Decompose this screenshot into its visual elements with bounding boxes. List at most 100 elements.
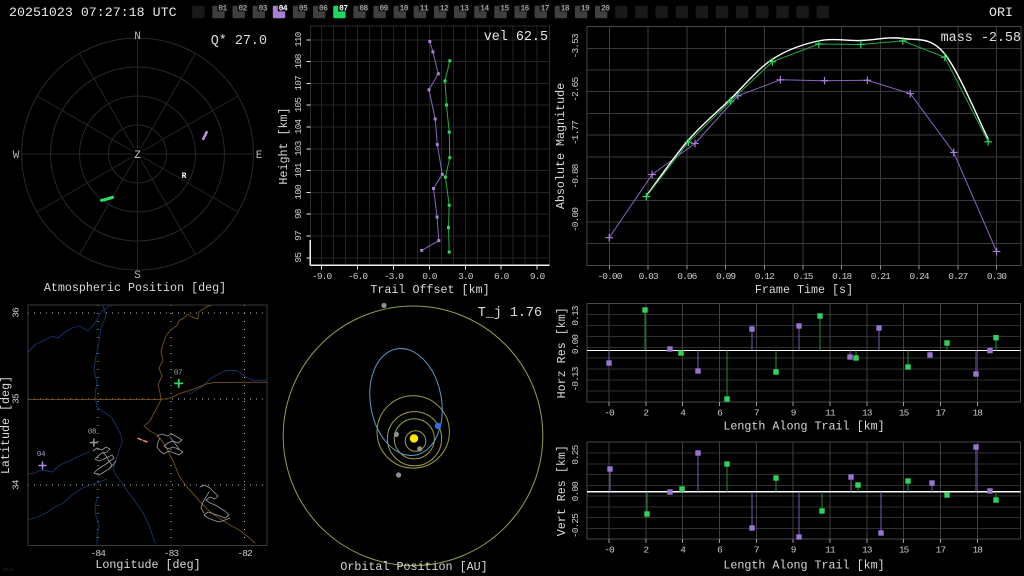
svg-text:13: 13 [460,5,469,13]
svg-text:11: 11 [420,5,429,13]
svg-text:20251023 07:27:18 UTC: 20251023 07:27:18 UTC [9,5,177,20]
svg-text:0.03: 0.03 [639,271,659,282]
svg-text:08: 08 [88,429,96,437]
svg-text:15: 15 [899,545,910,556]
svg-text:7: 7 [754,545,759,556]
svg-text:Atmospheric Position [deg]: Atmospheric Position [deg] [44,281,226,295]
svg-text:07: 07 [174,370,182,378]
svg-text:0.15: 0.15 [793,271,813,282]
svg-text:-0.00: -0.00 [570,207,581,232]
svg-text:104: 104 [293,119,304,135]
svg-text:34: 34 [11,479,22,490]
svg-text:10: 10 [400,5,409,13]
svg-text:Length Along Trail [km]: Length Along Trail [km] [723,559,884,573]
svg-text:R: R [182,172,187,181]
svg-text:18: 18 [561,5,570,13]
svg-text:15: 15 [500,5,509,13]
svg-text:W: W [13,150,20,162]
svg-text:04: 04 [279,5,288,13]
svg-text:Absolute Magnitude: Absolute Magnitude [554,83,568,209]
svg-text:18: 18 [972,545,983,556]
svg-text:-9.0: -9.0 [312,271,332,282]
svg-text:-0: -0 [604,407,615,418]
svg-text:Latitude [deg]: Latitude [deg] [0,376,13,474]
svg-text:N: N [134,31,141,43]
svg-text:18: 18 [972,407,983,418]
svg-text:Vert Res [km]: Vert Res [km] [555,445,569,536]
svg-text:-1.77: -1.77 [570,121,581,145]
svg-text:0.21: 0.21 [871,271,891,282]
svg-text:13: 13 [862,407,873,418]
svg-text:0.00: 0.00 [570,481,581,501]
svg-text:97: 97 [293,231,304,241]
svg-text:13: 13 [862,545,873,556]
svg-text:6.0: 6.0 [494,271,510,282]
svg-text:0.0: 0.0 [422,271,438,282]
svg-text:-2.65: -2.65 [570,77,581,102]
svg-text:11: 11 [825,545,836,556]
svg-text:-0.13: -0.13 [570,366,581,391]
svg-text:07: 07 [339,5,348,13]
svg-text:0.00: 0.00 [570,334,581,354]
svg-text:107: 107 [293,76,304,91]
svg-text:0.13: 0.13 [570,305,581,325]
svg-text:0.25: 0.25 [570,444,581,464]
svg-text:05: 05 [299,5,308,13]
svg-text:-6.0: -6.0 [348,271,368,282]
svg-text:-0: -0 [604,545,615,556]
svg-text:3.0: 3.0 [458,271,474,282]
svg-text:-0.88: -0.88 [570,163,581,188]
svg-text:T_j 1.76: T_j 1.76 [478,306,542,321]
svg-text:0.24: 0.24 [909,271,929,282]
svg-text:17: 17 [936,545,946,556]
svg-text:Length Along Trail [km]: Length Along Trail [km] [723,420,884,434]
svg-text:03: 03 [259,5,268,13]
svg-text:20: 20 [601,5,610,13]
svg-text:06: 06 [319,5,328,13]
svg-text:0.27: 0.27 [948,271,967,282]
svg-text:RGJW: RGJW [3,567,14,573]
svg-text:-0.00: -0.00 [597,271,622,282]
svg-text:Q* 27.0: Q* 27.0 [211,34,267,49]
svg-text:0.09: 0.09 [716,271,736,282]
svg-text:0.12: 0.12 [755,271,775,282]
svg-text:17: 17 [541,5,550,13]
svg-text:110: 110 [293,31,304,47]
svg-text:vel 62.5: vel 62.5 [484,30,548,45]
svg-text:02: 02 [238,5,247,13]
svg-text:14: 14 [480,5,489,13]
svg-text:mass -2.58: mass -2.58 [941,31,1021,46]
svg-text:98: 98 [293,208,304,219]
svg-text:04: 04 [37,451,46,459]
svg-text:E: E [256,150,263,162]
svg-text:Horz Res [km]: Horz Res [km] [555,307,569,398]
svg-text:-3.53: -3.53 [570,33,581,58]
svg-text:9.0: 9.0 [530,271,546,282]
svg-text:12: 12 [440,5,449,13]
svg-text:36: 36 [11,307,22,318]
svg-text:-0.25: -0.25 [570,513,581,538]
svg-text:0.30: 0.30 [987,271,1007,282]
svg-text:09: 09 [379,5,388,13]
svg-text:17: 17 [936,407,946,418]
svg-text:Trail Offset [km]: Trail Offset [km] [370,283,489,297]
svg-text:-3.0: -3.0 [384,271,404,282]
svg-text:0.06: 0.06 [677,271,697,282]
svg-text:Orbital Position [AU]: Orbital Position [AU] [340,560,487,574]
svg-text:Longitude [deg]: Longitude [deg] [95,558,200,572]
svg-text:7: 7 [754,407,759,418]
svg-text:19: 19 [581,5,590,13]
svg-text:11: 11 [825,407,836,418]
svg-text:103: 103 [293,140,304,156]
svg-text:01: 01 [218,5,227,13]
svg-text:ORI: ORI [989,5,1013,20]
svg-text:108: 108 [293,53,304,69]
svg-text:Frame Time [s]: Frame Time [s] [755,283,853,297]
svg-text:Height [km]: Height [km] [277,107,291,184]
svg-text:-82: -82 [237,548,253,559]
svg-text:100: 100 [293,184,304,200]
svg-text:15: 15 [899,407,910,418]
svg-text:105: 105 [293,97,304,113]
svg-text:Z: Z [134,150,141,162]
svg-text:101: 101 [293,162,304,178]
